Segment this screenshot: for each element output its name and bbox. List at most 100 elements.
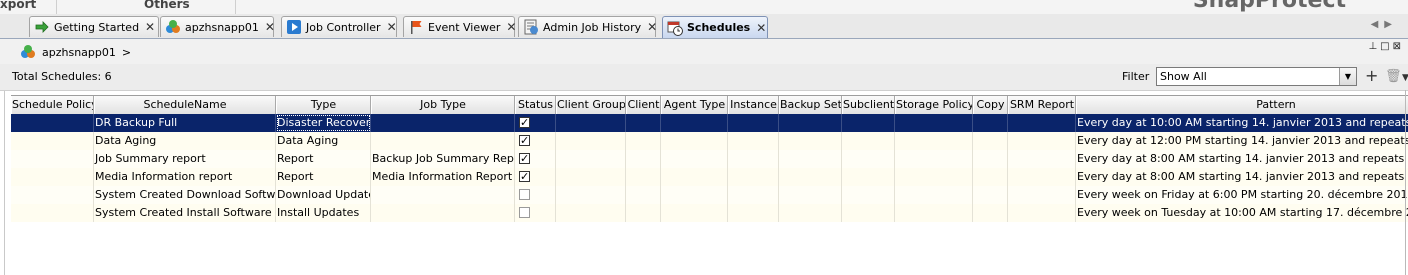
green-arrow-icon xyxy=(34,19,50,35)
close-icon[interactable]: ✕ xyxy=(263,20,277,34)
cell-backup-set xyxy=(779,114,842,132)
cell-pattern: Every week on Friday at 6:00 PM starting… xyxy=(1076,186,1408,204)
cell-schedule-policy xyxy=(11,168,94,186)
table-row[interactable]: Media Information report Report Media In… xyxy=(11,168,1408,186)
cell-job-type: Backup Job Summary Report xyxy=(371,150,515,168)
tab-apzhsnapp01[interactable]: apzhsnapp01 ✕ xyxy=(160,16,277,37)
ribbon-group-export[interactable]: xport xyxy=(0,0,36,11)
close-icon[interactable]: ✕ xyxy=(504,20,518,34)
cell-storage-policy xyxy=(895,150,973,168)
column-header-schedule-name[interactable]: ScheduleName xyxy=(94,96,276,114)
cell-copy xyxy=(973,186,1008,204)
tab-schedules[interactable]: Schedules ✕ xyxy=(662,16,768,38)
cell-pattern: Every day at 12:00 PM starting 14. janvi… xyxy=(1076,132,1408,150)
close-icon[interactable]: ✕ xyxy=(143,20,157,34)
cell-client-group xyxy=(556,114,626,132)
cell-schedule-name: DR Backup Full xyxy=(94,114,276,132)
close-icon[interactable]: ✕ xyxy=(754,21,768,35)
status-checkbox[interactable]: ✓ xyxy=(519,152,530,165)
tab-admin-job-history[interactable]: Admin Job History ✕ xyxy=(518,16,659,37)
table-row[interactable]: Data Aging Data Aging ✓ Every day at 12:… xyxy=(11,132,1408,150)
cell-agent-type xyxy=(661,204,728,222)
tab-job-controller[interactable]: Job Controller ✕ xyxy=(281,16,397,37)
status-checkbox[interactable]: ✓ xyxy=(519,134,530,147)
chevron-down-icon[interactable]: ▼ xyxy=(1339,68,1356,85)
breadcrumb-item[interactable]: apzhsnapp01 xyxy=(42,46,116,59)
column-header-client-group[interactable]: Client Group xyxy=(556,96,626,114)
cell-subclient xyxy=(842,132,895,150)
cell-subclient xyxy=(842,186,895,204)
column-header-copy[interactable]: Copy xyxy=(973,96,1008,114)
tab-label: Schedules xyxy=(687,21,751,34)
table-row[interactable]: System Created Download Software Downloa… xyxy=(11,186,1408,204)
ribbon-group-others[interactable]: Others xyxy=(144,0,190,11)
status-checkbox[interactable] xyxy=(519,207,530,218)
cell-client xyxy=(626,204,661,222)
filter-select[interactable]: Show All ▼ xyxy=(1156,67,1357,86)
column-header-type[interactable]: Type xyxy=(276,96,371,114)
cell-subclient xyxy=(842,204,895,222)
column-header-agent-type[interactable]: Agent Type xyxy=(661,96,728,114)
cell-type: Report xyxy=(276,168,371,186)
tab-bar: Getting Started ✕ apzhsnapp01 ✕ Job Cont… xyxy=(0,14,1408,39)
column-header-backup-set[interactable]: Backup Set xyxy=(779,96,842,114)
column-header-status[interactable]: Status xyxy=(515,96,556,114)
cell-client xyxy=(626,150,661,168)
filter-selected-value: Show All xyxy=(1160,70,1207,83)
table-row[interactable]: Job Summary report Report Backup Job Sum… xyxy=(11,150,1408,168)
cell-instance xyxy=(728,150,779,168)
cell-client-group xyxy=(556,150,626,168)
cell-srm-report xyxy=(1008,150,1076,168)
column-header-client[interactable]: Client xyxy=(626,96,661,114)
cell-schedule-name: Data Aging xyxy=(94,132,276,150)
add-icon[interactable]: + xyxy=(1365,68,1378,84)
cell-instance xyxy=(728,114,779,132)
cell-pattern: Every day at 8:00 AM starting 14. janvie… xyxy=(1076,150,1408,168)
top-ribbon-strip: xport Others SnapProtect xyxy=(0,0,1408,15)
delete-icon[interactable]: 🗑 xyxy=(1385,69,1402,85)
menu-chevron-icon[interactable]: ▼ xyxy=(1402,70,1408,86)
column-header-storage-policy[interactable]: Storage Policy xyxy=(895,96,973,114)
table-header: Schedule Policy ScheduleName Type Job Ty… xyxy=(11,95,1408,115)
cell-schedule-policy xyxy=(11,186,94,204)
panel-window-controls[interactable]: ⊥□⊠ xyxy=(1368,41,1404,52)
close-icon[interactable]: ✕ xyxy=(385,20,399,34)
status-checkbox[interactable]: ✓ xyxy=(519,116,530,129)
column-header-pattern[interactable]: Pattern xyxy=(1076,96,1408,114)
cell-agent-type xyxy=(661,114,728,132)
cell-copy xyxy=(973,204,1008,222)
flag-icon xyxy=(408,19,424,35)
cell-agent-type xyxy=(661,168,728,186)
column-header-instance[interactable]: Instance xyxy=(728,96,779,114)
tab-scroll-arrows[interactable]: ◀▶ xyxy=(1371,19,1398,30)
cell-schedule-policy xyxy=(11,114,94,132)
checkmark-icon: ✓ xyxy=(520,152,530,165)
column-header-job-type[interactable]: Job Type xyxy=(371,96,515,114)
checkmark-icon: ✓ xyxy=(520,116,530,129)
column-header-subclient[interactable]: Subclient xyxy=(842,96,895,114)
breadcrumb-bar: apzhsnapp01 > ⊥□⊠ xyxy=(0,39,1408,65)
column-header-srm-report[interactable]: SRM Report xyxy=(1008,96,1076,114)
table-row[interactable]: DR Backup Full Disaster Recovery ✓ Every… xyxy=(11,114,1408,132)
column-header-schedule-policy[interactable]: Schedule Policy xyxy=(11,96,94,114)
tab-getting-started[interactable]: Getting Started ✕ xyxy=(29,16,159,37)
table-row[interactable]: System Created Install Software Install … xyxy=(11,204,1408,222)
close-icon[interactable]: ✕ xyxy=(645,20,659,34)
cell-schedule-policy xyxy=(11,204,94,222)
cell-job-type xyxy=(371,204,515,222)
schedules-table: Schedule Policy ScheduleName Type Job Ty… xyxy=(11,95,1408,275)
cell-pattern: Every week on Tuesday at 10:00 AM starti… xyxy=(1076,204,1408,222)
status-checkbox[interactable]: ✓ xyxy=(519,170,530,183)
cell-type[interactable]: Disaster Recovery xyxy=(276,114,371,132)
cell-backup-set xyxy=(779,204,842,222)
cell-storage-policy xyxy=(895,132,973,150)
cell-subclient xyxy=(842,150,895,168)
cell-client-group xyxy=(556,204,626,222)
status-checkbox[interactable] xyxy=(519,189,530,200)
tab-event-viewer[interactable]: Event Viewer ✕ xyxy=(403,16,518,37)
cell-status: ✓ xyxy=(515,132,556,150)
cell-storage-policy xyxy=(895,186,973,204)
tab-label: apzhsnapp01 xyxy=(185,20,259,34)
cell-job-type xyxy=(371,132,515,150)
cell-srm-report xyxy=(1008,168,1076,186)
